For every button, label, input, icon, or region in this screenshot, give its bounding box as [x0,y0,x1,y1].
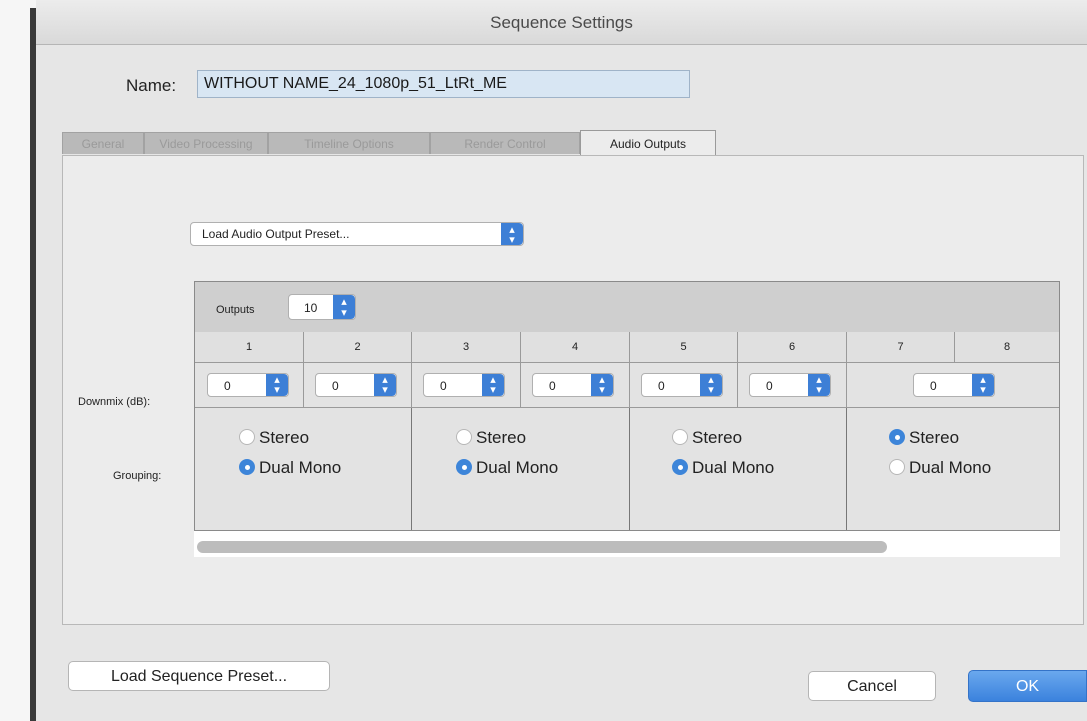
dual-mono-option[interactable]: Dual Mono [672,458,774,480]
tab-audio-outputs[interactable]: Audio Outputs [580,130,716,156]
dual-mono-label: Dual Mono [476,458,559,477]
stereo-label: Stereo [259,428,310,447]
select-arrows-icon: ▴ ▾ [700,374,722,396]
outputs-count-select[interactable]: 10 ▴ ▾ [288,294,356,320]
grouping-cell-1-2: Stereo Dual Mono [195,408,412,530]
dual-mono-radio-icon [889,459,905,475]
sequence-settings-dialog: Sequence Settings Name: WITHOUT NAME_24_… [36,0,1087,721]
downmix-value: 0 [766,379,773,393]
channel-header-3: 3 [412,332,521,363]
stereo-option[interactable]: Stereo [239,428,309,450]
grouping-cell-3-4: Stereo Dual Mono [412,408,630,530]
grouping-cell-7-8: Stereo Dual Mono [847,408,1059,530]
grouping-cell-5-6: Stereo Dual Mono [630,408,847,530]
title-bar: Sequence Settings [36,0,1087,45]
outputs-count-value: 10 [304,301,318,315]
dual-mono-label: Dual Mono [909,458,992,477]
downmix-cell: 0 ▴ ▾ [630,363,738,408]
downmix-select-6[interactable]: 0 ▴ ▾ [749,373,831,397]
dual-mono-label: Dual Mono [692,458,775,477]
scrollbar-thumb[interactable] [197,541,887,553]
tab-render-control[interactable]: Render Control [430,132,580,154]
tab-bar: General Video Processing Timeline Option… [62,130,1062,156]
dual-mono-option[interactable]: Dual Mono [239,458,341,480]
dual-mono-label: Dual Mono [259,458,342,477]
downmix-select-1[interactable]: 0 ▴ ▾ [207,373,289,397]
downmix-label: Downmix (dB): [78,396,151,408]
select-arrows-icon: ▴ ▾ [374,374,396,396]
select-arrows-icon: ▴ ▾ [266,374,288,396]
channel-header-6: 6 [738,332,847,363]
tab-video-processing[interactable]: Video Processing [144,132,268,154]
stereo-label: Stereo [909,428,960,447]
audio-outputs-grid: Outputs 10 ▴ ▾ 1 2 3 4 5 6 7 8 0 ▴ ▾ 0 ▴ ▾ 0 ▴… [194,281,1060,531]
cancel-button[interactable]: Cancel [808,671,936,701]
channel-header-7: 7 [847,332,955,363]
downmix-cell: 0 ▴ ▾ [304,363,412,408]
dual-mono-option[interactable]: Dual Mono [889,458,991,480]
dual-mono-radio-icon [456,459,472,475]
preset-select-label: Load Audio Output Preset... [202,227,350,241]
downmix-select-2[interactable]: 0 ▴ ▾ [315,373,397,397]
load-sequence-preset-button[interactable]: Load Sequence Preset... [68,661,330,691]
downmix-select-3[interactable]: 0 ▴ ▾ [423,373,505,397]
channel-header-2: 2 [304,332,412,363]
stereo-option[interactable]: Stereo [456,428,526,450]
stereo-option[interactable]: Stereo [889,428,959,450]
downmix-cell: 0 ▴ ▾ [412,363,521,408]
outputs-row: Outputs 10 ▴ ▾ [195,282,1059,333]
channel-header-8: 8 [955,332,1059,363]
stereo-label: Stereo [476,428,527,447]
channel-header-4: 4 [521,332,630,363]
tab-timeline-options[interactable]: Timeline Options [268,132,430,154]
grouping-label: Grouping: [113,470,162,482]
downmix-select-5[interactable]: 0 ▴ ▾ [641,373,723,397]
select-arrows-icon: ▴ ▾ [482,374,504,396]
stereo-radio-icon [889,429,905,445]
stereo-option[interactable]: Stereo [672,428,742,450]
downmix-value: 0 [549,379,556,393]
select-arrows-icon: ▴ ▾ [591,374,613,396]
horizontal-scrollbar[interactable] [194,531,1060,557]
stereo-label: Stereo [692,428,743,447]
name-input[interactable]: WITHOUT NAME_24_1080p_51_LtRt_ME [197,70,690,98]
downmix-cell: 0 ▴ ▾ [195,363,304,408]
downmix-cell: 0 ▴ ▾ [521,363,630,408]
audio-output-preset-select[interactable]: Load Audio Output Preset... ▴ ▾ [190,222,524,246]
select-arrows-icon: ▴ ▾ [972,374,994,396]
select-arrows-icon: ▴ ▾ [808,374,830,396]
downmix-select-7-8[interactable]: 0 ▴ ▾ [913,373,995,397]
dialog-title: Sequence Settings [490,13,633,32]
downmix-value: 0 [440,379,447,393]
downmix-value: 0 [658,379,665,393]
downmix-value: 0 [332,379,339,393]
downmix-value: 0 [224,379,231,393]
dual-mono-radio-icon [239,459,255,475]
background-window-edge [0,0,36,721]
downmix-cell: 0 ▴ ▾ [738,363,847,408]
channel-header-1: 1 [195,332,304,363]
stereo-radio-icon [456,429,472,445]
name-label: Name: [126,76,177,95]
tab-general[interactable]: General [62,132,144,154]
downmix-select-4[interactable]: 0 ▴ ▾ [532,373,614,397]
preset-select-arrows-icon: ▴ ▾ [501,223,523,246]
stereo-radio-icon [672,429,688,445]
stereo-radio-icon [239,429,255,445]
dual-mono-radio-icon [672,459,688,475]
channel-header-5: 5 [630,332,738,363]
downmix-value: 0 [930,379,937,393]
dual-mono-option[interactable]: Dual Mono [456,458,558,480]
ok-button[interactable]: OK [968,670,1087,702]
outputs-label: Outputs [216,304,255,316]
downmix-cell: 0 ▴ ▾ [847,363,1059,408]
outputs-arrows-icon: ▴ ▾ [333,295,355,319]
